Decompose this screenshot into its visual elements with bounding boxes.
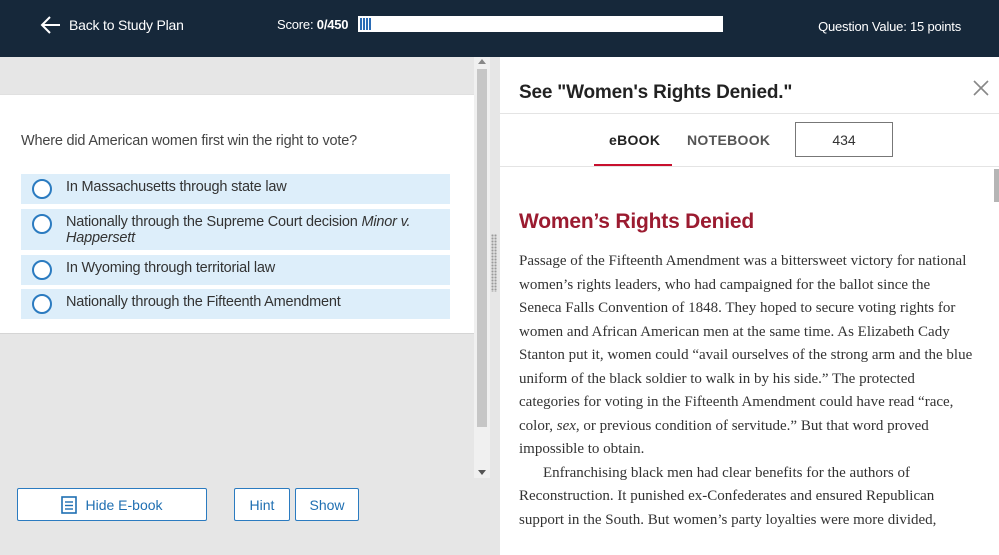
answer-option-1[interactable]: In Massachusetts through state law: [21, 174, 450, 204]
radio-button[interactable]: [32, 294, 52, 314]
question-card: Where did American women first win the r…: [0, 94, 474, 334]
show-button[interactable]: Show: [295, 488, 359, 521]
answer-option-2[interactable]: Nationally through the Supreme Court dec…: [21, 209, 450, 250]
ebook-scrollbar-thumb[interactable]: [994, 169, 999, 202]
score-display: Score: 0/450: [277, 17, 349, 32]
page-number-input[interactable]: [795, 122, 893, 157]
score-progress-bar: [358, 16, 723, 32]
ebook-paragraph: Passage of the Fifteenth Amendment was a…: [519, 253, 973, 457]
hint-button[interactable]: Hint: [234, 488, 290, 521]
left-scrollbar[interactable]: [474, 57, 490, 478]
back-label: Back to Study Plan: [69, 17, 184, 33]
question-pane: Where did American women first win the r…: [0, 57, 500, 555]
answer-option-text: In Massachusetts through state law: [66, 179, 287, 195]
document-icon: [61, 495, 78, 514]
score-value: 0/450: [316, 17, 349, 32]
scrollbar-thumb[interactable]: [477, 69, 487, 427]
tab-ebook[interactable]: eBOOK: [609, 132, 660, 148]
ebook-text: Passage of the Fifteenth Amendment was a…: [519, 250, 974, 532]
ebook-section-title: Women’s Rights Denied: [519, 210, 754, 233]
divider: [500, 113, 999, 114]
scroll-down-arrow-icon[interactable]: [478, 470, 486, 475]
answer-option-4[interactable]: Nationally through the Fifteenth Amendme…: [21, 289, 450, 319]
answer-option-text: Nationally through the Supreme Court dec…: [66, 214, 411, 246]
scroll-up-arrow-icon[interactable]: [478, 59, 486, 64]
hide-ebook-button[interactable]: Hide E-book: [17, 488, 207, 521]
ebook-paragraph: Enfranchising black men had clear benefi…: [519, 464, 937, 528]
radio-button[interactable]: [32, 179, 52, 199]
answer-option-text: In Wyoming through territorial law: [66, 260, 276, 276]
tab-notebook[interactable]: NOTEBOOK: [687, 132, 770, 148]
answer-option-3[interactable]: In Wyoming through territorial law: [21, 255, 450, 285]
arrow-left-icon: [40, 16, 60, 34]
radio-button[interactable]: [32, 260, 52, 280]
ebook-panel-title: See "Women's Rights Denied.": [519, 82, 793, 103]
top-bar: Back to Study Plan Score: 0/450 Question…: [0, 0, 999, 57]
divider: [500, 166, 999, 167]
progress-bar-start-marker: [360, 18, 371, 30]
radio-button[interactable]: [32, 214, 52, 234]
back-to-study-plan-link[interactable]: Back to Study Plan: [40, 14, 184, 36]
question-text: Where did American women first win the r…: [21, 133, 357, 149]
hide-ebook-label: Hide E-book: [85, 496, 163, 513]
pane-resize-handle[interactable]: [491, 234, 497, 292]
score-label: Score:: [277, 17, 314, 32]
question-value: Question Value: 15 points: [818, 19, 961, 34]
ebook-pane: See "Women's Rights Denied." eBOOK NOTEB…: [500, 57, 999, 555]
close-icon[interactable]: [972, 79, 990, 97]
answer-option-text: Nationally through the Fifteenth Amendme…: [66, 294, 341, 310]
